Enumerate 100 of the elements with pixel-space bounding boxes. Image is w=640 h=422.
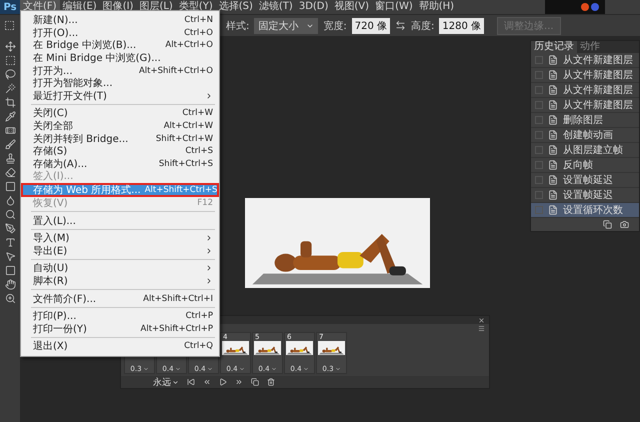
chevron-down-icon [142, 366, 149, 372]
menu-bar-item[interactable]: 滤镜(T) [256, 0, 296, 14]
stamp-icon[interactable] [4, 153, 16, 164]
bandage-icon[interactable] [4, 125, 16, 136]
menu-item[interactable]: 脚本(R) [21, 274, 219, 288]
document-icon [548, 160, 558, 170]
crop-icon[interactable] [4, 97, 16, 108]
document-icon [548, 115, 558, 125]
move-icon[interactable] [4, 41, 16, 52]
menu-bar-item[interactable]: 窗口(W) [372, 0, 416, 14]
history-item[interactable]: 反向帧 [531, 158, 639, 173]
menu-item[interactable]: 置入(L)... [21, 214, 219, 227]
type-icon[interactable] [4, 237, 16, 248]
close-icon[interactable] [478, 316, 485, 324]
rectangle-icon[interactable] [4, 265, 16, 276]
menu-item[interactable]: 退出(X) Ctrl+Q [21, 340, 219, 353]
history-item[interactable]: 从文件新建图层 [531, 98, 639, 113]
square-icon[interactable] [4, 181, 16, 192]
history-item[interactable]: 创建帧动画 [531, 128, 639, 143]
menu-item[interactable]: 关闭全部 Alt+Ctrl+W [21, 120, 219, 132]
menu-bar-item[interactable]: 帮助(H) [416, 0, 458, 14]
pen-icon[interactable] [4, 223, 16, 234]
menu-bar-item[interactable]: 类型(Y) [176, 0, 216, 14]
history-item[interactable]: 从文件新建图层 [531, 68, 639, 83]
pointer-icon[interactable] [4, 251, 16, 262]
menu-item[interactable]: 导入(M) [21, 232, 219, 244]
marquee-icon[interactable] [4, 20, 15, 31]
droplet-icon[interactable] [4, 195, 16, 206]
menu-item[interactable]: 关闭(C) Ctrl+W [21, 107, 219, 120]
menu-bar-item[interactable]: 图层(L) [136, 0, 176, 14]
menu-bar-item[interactable]: 选择(S) [216, 0, 256, 14]
search-icon[interactable] [4, 209, 16, 220]
chevron-down-icon [302, 366, 309, 372]
history-item[interactable]: 从文件新建图层 [531, 53, 639, 68]
next-frame-icon[interactable] [235, 378, 243, 386]
height-field[interactable]: 1280 像 [439, 18, 484, 34]
document-icon [548, 130, 558, 140]
menu-icon[interactable] [478, 324, 485, 332]
menu-bar-item[interactable]: 图像(I) [100, 0, 136, 14]
first-frame-icon[interactable] [187, 378, 195, 386]
history-item[interactable]: 从文件新建图层 [531, 83, 639, 98]
menu-bar-item[interactable]: 视图(V) [331, 0, 372, 14]
new-document-icon[interactable] [603, 220, 612, 229]
eraser-icon[interactable] [4, 167, 16, 178]
camera-icon[interactable] [620, 220, 629, 229]
chevron-down-icon [206, 366, 213, 372]
menu-item[interactable]: 新建(N)... Ctrl+N [21, 14, 219, 27]
style-dropdown[interactable]: 固定大小 [254, 18, 318, 34]
loop-dropdown[interactable]: 永远 [153, 376, 179, 388]
style-label: 样式: [226, 20, 250, 32]
previous-frame-icon[interactable] [203, 378, 211, 386]
menu-item[interactable]: 打开(O)... Ctrl+O [21, 26, 219, 40]
play-icon[interactable] [219, 378, 227, 386]
menu-item[interactable]: 打开为智能对象... [21, 76, 219, 90]
magic-wand-icon[interactable] [4, 83, 16, 94]
menu-item[interactable]: 文件简介(F)... Alt+Shift+Ctrl+I [21, 292, 219, 305]
menu-item[interactable]: 打开为... Alt+Shift+Ctrl+O [21, 64, 219, 77]
swap-icon[interactable] [395, 20, 406, 31]
menu-item[interactable]: 在 Bridge 中浏览(B)... Alt+Ctrl+O [21, 39, 219, 52]
hand-icon[interactable] [4, 279, 16, 290]
zoom-icon[interactable] [4, 293, 16, 304]
menu-bar-item[interactable]: 3D(D) [296, 0, 332, 14]
marquee-icon[interactable] [4, 55, 16, 66]
document-icon [548, 190, 558, 200]
history-item[interactable]: 设置循环次数 [531, 203, 639, 218]
menu-item[interactable]: 在 Mini Bridge 中浏览(G)... [21, 52, 219, 64]
height-label: 高度: [411, 20, 434, 32]
document-icon [548, 100, 558, 110]
width-label: 宽度: [323, 20, 347, 32]
menu-item[interactable]: 存储为(A)... Shift+Ctrl+S [21, 158, 219, 170]
menu-item[interactable]: 关闭并转到 Bridge... Shift+Ctrl+W [21, 132, 219, 145]
menu-item[interactable]: 导出(E) [21, 244, 219, 258]
lasso-icon[interactable] [4, 69, 16, 80]
menu-item[interactable]: 打印一份(Y) Alt+Shift+Ctrl+P [21, 322, 219, 336]
chevron-down-icon [238, 366, 245, 372]
brush-icon[interactable] [4, 139, 16, 150]
panel-tab[interactable]: 历史记录 [531, 41, 577, 53]
document-icon [548, 70, 558, 80]
history-item[interactable]: 删除图层 [531, 113, 639, 128]
document-icon [548, 85, 558, 95]
width-field[interactable]: 720 像 [352, 18, 390, 34]
menu-item[interactable]: 存储(S) Ctrl+S [21, 144, 219, 158]
menu-item[interactable]: 打印(P)... Ctrl+P [21, 310, 219, 322]
menu-bar-item[interactable]: 编辑(E) [60, 0, 100, 14]
tray-icons [545, 0, 605, 14]
menu-item[interactable]: 最近打开文件(T) [21, 90, 219, 102]
document-icon [548, 55, 558, 65]
document-icon [548, 175, 558, 185]
duplicate-icon[interactable] [251, 378, 259, 386]
chevron-down-icon [334, 366, 341, 372]
history-item[interactable]: 从图层建立帧 [531, 143, 639, 158]
app-logo: Ps [0, 0, 20, 14]
menu-item[interactable]: 自动(U) [21, 262, 219, 275]
panel-tab[interactable]: 动作 [577, 41, 603, 53]
eyedropper-icon[interactable] [4, 111, 16, 122]
history-item[interactable]: 设置帧延迟 [531, 173, 639, 188]
document-icon [548, 205, 558, 215]
checkbox[interactable] [535, 206, 543, 214]
chevron-down-icon [270, 366, 277, 372]
trash-icon[interactable] [267, 378, 275, 386]
